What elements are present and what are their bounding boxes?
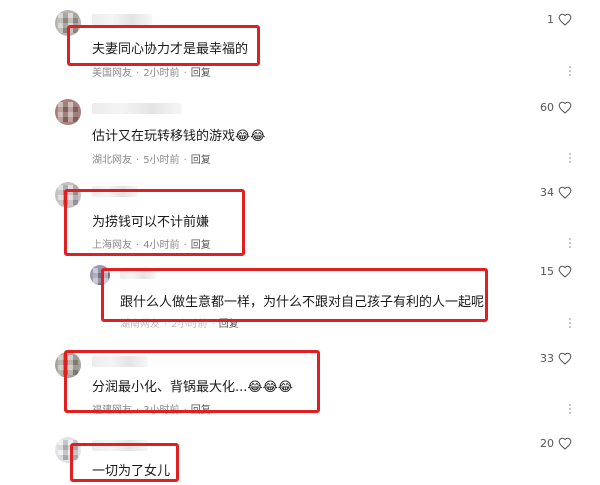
comment-item: 夫妻同心协力才是最幸福的 美国网友 · 2小时前 · 回复 1 [0,0,600,85]
more-options-icon[interactable] [568,66,572,76]
comment-item: 跟什么人做生意都一样，为什么不跟对自己孩子有利的人一起呢 湖南网友 · 2小时前 · 回… [0,255,600,340]
comment-meta: 美国网友 · 2小时前 · 回复 [92,68,211,79]
avatar[interactable] [55,352,81,378]
reply-button[interactable]: 回复 [219,319,239,330]
like-count: 1 [547,13,554,26]
comment-item: 估计又在玩转移钱的游戏😂😂 湖北网友 · 5小时前 · 回复 60 [0,85,600,170]
more-options-icon[interactable] [568,238,572,248]
username-blurred[interactable] [120,268,156,279]
comment-item: 一切为了女儿 20 [0,425,600,485]
heart-icon [558,13,572,26]
comment-text: 一切为了女儿 [92,464,171,479]
like-button[interactable]: 1 [547,13,572,26]
comment-time: 3小时前 [143,405,180,416]
username-blurred[interactable] [92,186,138,197]
reply-button[interactable]: 回复 [191,155,211,166]
heart-icon [558,352,572,365]
more-options-icon[interactable] [568,153,572,163]
comment-item: 分润最小化、背锅最大化...😂😂😂 福建网友 · 3小时前 · 回复 33 [0,340,600,425]
comment-time: 5小时前 [143,155,180,166]
comment-text: 分润最小化、背锅最大化...😂😂😂 [92,380,293,395]
username-blurred[interactable] [92,356,148,367]
like-button[interactable]: 20 [540,437,572,450]
comment-text: 跟什么人做生意都一样，为什么不跟对自己孩子有利的人一起呢 [120,295,485,310]
username-blurred[interactable] [92,440,148,451]
reply-button[interactable]: 回复 [191,405,211,416]
avatar[interactable] [55,10,81,36]
heart-icon [558,265,572,278]
comment-location: 湖北网友 [92,155,132,166]
comment-location: 上海网友 [92,240,132,251]
comment-location: 美国网友 [92,68,132,79]
username-blurred[interactable] [92,103,182,114]
avatar[interactable] [90,265,110,285]
comment-text: 估计又在玩转移钱的游戏😂😂 [92,129,266,144]
like-button[interactable]: 33 [540,352,572,365]
reply-button[interactable]: 回复 [191,240,211,251]
comment-meta: 上海网友 · 4小时前 · 回复 [92,240,211,251]
comment-time: 2小时前 [171,319,208,330]
like-button[interactable]: 34 [540,186,572,199]
heart-icon [558,437,572,450]
comment-location: 福建网友 [92,405,132,416]
comment-text: 为捞钱可以不计前嫌 [92,215,210,230]
avatar[interactable] [55,437,81,463]
more-options-icon[interactable] [568,318,572,328]
username-blurred[interactable] [92,14,152,25]
comment-time: 4小时前 [143,240,180,251]
reply-button[interactable]: 回复 [191,68,211,79]
like-count: 34 [540,186,554,199]
comment-meta: 湖北网友 · 5小时前 · 回复 [92,155,211,166]
like-count: 20 [540,437,554,450]
like-count: 15 [540,265,554,278]
avatar[interactable] [55,99,81,125]
comment-text: 夫妻同心协力才是最幸福的 [92,42,249,57]
avatar[interactable] [55,182,81,208]
comment-time: 2小时前 [143,68,180,79]
like-button[interactable]: 60 [540,101,572,114]
comment-location: 湖南网友 [120,319,160,330]
comment-meta: 湖南网友 · 2小时前 · 回复 [120,319,239,330]
like-count: 60 [540,101,554,114]
comment-meta: 福建网友 · 3小时前 · 回复 [92,405,211,416]
laughing-emoji-icon: 😂😂😂 [247,380,293,395]
heart-icon [558,186,572,199]
laughing-emoji-icon: 😂😂 [235,129,266,144]
heart-icon [558,101,572,114]
comment-item: 为捞钱可以不计前嫌 上海网友 · 4小时前 · 回复 34 [0,170,600,255]
like-button[interactable]: 15 [540,265,572,278]
like-count: 33 [540,352,554,365]
more-options-icon[interactable] [568,404,572,414]
